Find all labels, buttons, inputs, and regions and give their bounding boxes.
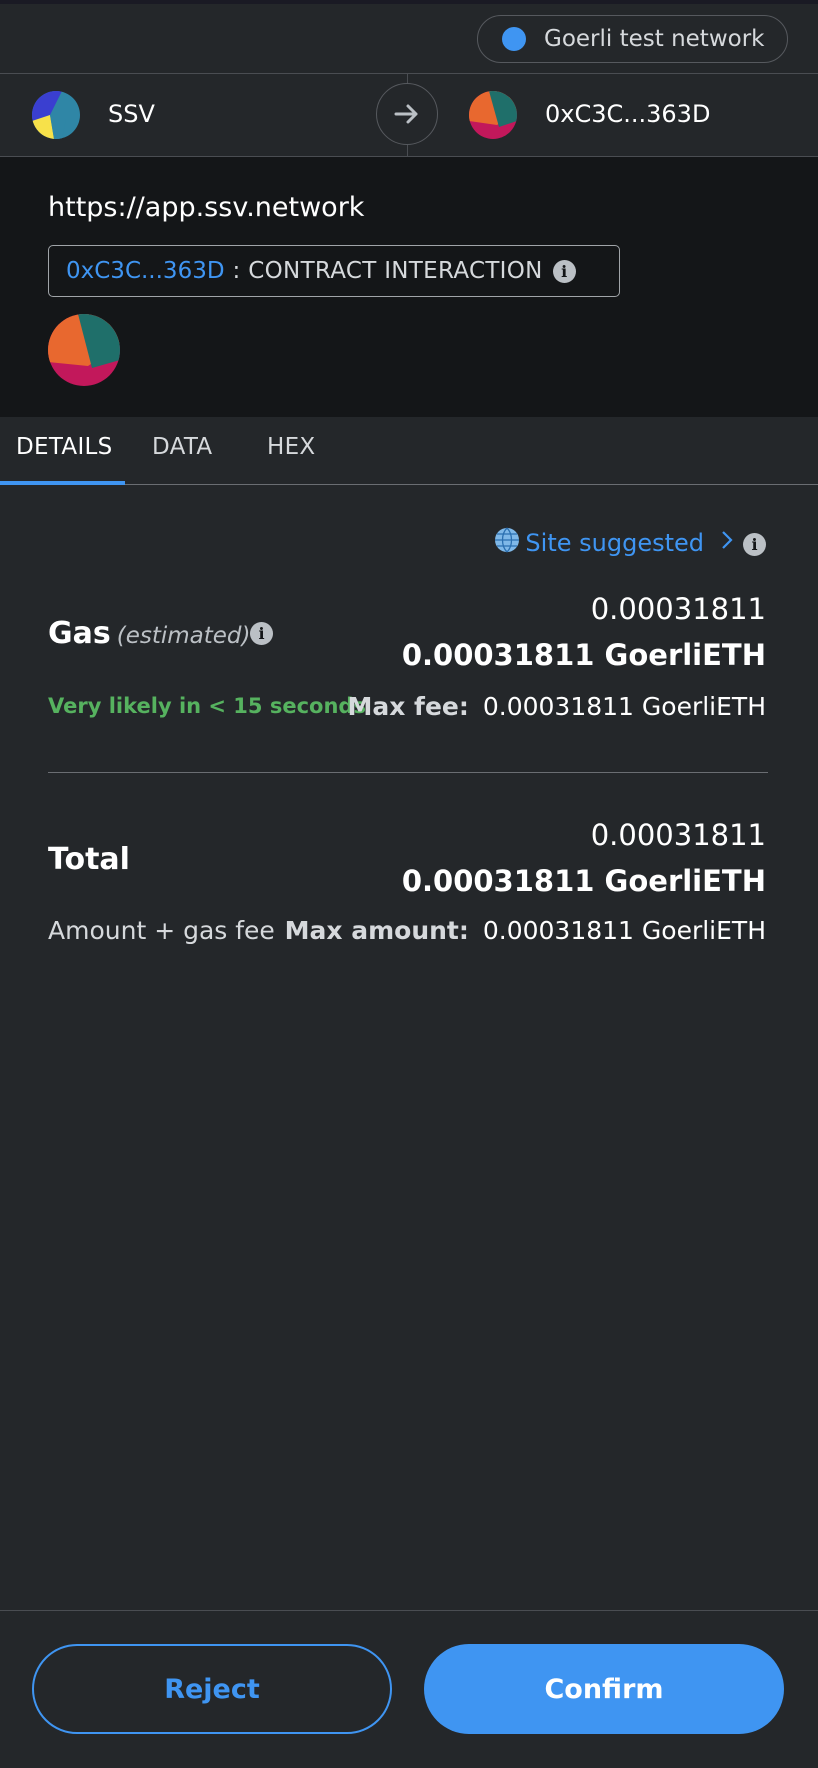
section-divider bbox=[48, 772, 768, 773]
max-amount-line: Max amount: 0.00031811 GoerliETH bbox=[285, 916, 766, 945]
globe-icon bbox=[493, 526, 521, 560]
contract-interaction-box: 0xC3C...363D : CONTRACT INTERACTION i bbox=[48, 245, 620, 297]
network-label: Goerli test network bbox=[544, 26, 765, 52]
confirm-button[interactable]: Confirm bbox=[424, 1644, 784, 1734]
total-subtitle: Amount + gas fee bbox=[48, 916, 275, 945]
site-suggested-button[interactable]: Site suggested bbox=[493, 526, 734, 560]
to-account-name: 0xC3C...363D bbox=[545, 100, 711, 128]
contract-avatar-icon bbox=[48, 314, 120, 386]
from-account-name: SSV bbox=[108, 100, 155, 128]
gas-timing-estimate: Very likely in < 15 seconds bbox=[48, 694, 366, 718]
to-account-avatar-icon bbox=[469, 91, 517, 139]
gas-estimated-label: (estimated) bbox=[116, 623, 251, 649]
contract-separator: : bbox=[232, 258, 241, 284]
max-amount-label: Max amount: bbox=[284, 916, 469, 945]
gas-value-eth: 0.00031811 GoerliETH bbox=[401, 638, 766, 672]
tab-active-indicator bbox=[0, 481, 125, 485]
total-value-eth: 0.00031811 GoerliETH bbox=[401, 864, 766, 898]
tab-data[interactable]: DATA bbox=[152, 434, 212, 460]
max-fee-line: Max fee: 0.00031811 GoerliETH bbox=[347, 692, 766, 721]
tab-bar: DETAILS DATA HEX bbox=[0, 417, 818, 485]
from-account-avatar-icon bbox=[32, 91, 80, 139]
max-fee-label: Max fee: bbox=[347, 692, 469, 721]
account-bar: SSV 0xC3C...363D bbox=[0, 74, 818, 157]
total-value: 0.00031811 bbox=[590, 818, 766, 852]
total-label: Total bbox=[48, 842, 130, 877]
tab-hex[interactable]: HEX bbox=[267, 434, 315, 460]
contract-interaction-type: CONTRACT INTERACTION bbox=[248, 258, 543, 284]
network-selector[interactable]: Goerli test network bbox=[477, 15, 788, 63]
info-icon[interactable]: i bbox=[552, 259, 576, 283]
origin-url: https://app.ssv.network bbox=[48, 192, 365, 223]
gas-value: 0.00031811 bbox=[590, 592, 766, 626]
gas-label: Gas (estimated) bbox=[48, 616, 251, 651]
footer: Reject Confirm bbox=[0, 1610, 818, 1768]
origin-panel: https://app.ssv.network 0xC3C...363D : C… bbox=[0, 157, 818, 417]
chevron-right-icon bbox=[720, 529, 734, 557]
gas-title: Gas bbox=[48, 616, 111, 651]
info-icon[interactable]: i bbox=[250, 622, 273, 645]
tab-details[interactable]: DETAILS bbox=[16, 434, 113, 460]
site-suggested-label: Site suggested bbox=[525, 529, 704, 557]
info-icon[interactable]: i bbox=[743, 533, 766, 556]
max-amount-value: 0.00031811 GoerliETH bbox=[482, 916, 766, 945]
max-fee-value: 0.00031811 GoerliETH bbox=[482, 692, 766, 721]
network-dot-icon bbox=[502, 27, 526, 51]
top-bar: Goerli test network bbox=[0, 0, 818, 74]
reject-button[interactable]: Reject bbox=[32, 1644, 392, 1734]
contract-address-link[interactable]: 0xC3C...363D bbox=[66, 258, 225, 284]
arrow-right-icon bbox=[376, 83, 438, 145]
